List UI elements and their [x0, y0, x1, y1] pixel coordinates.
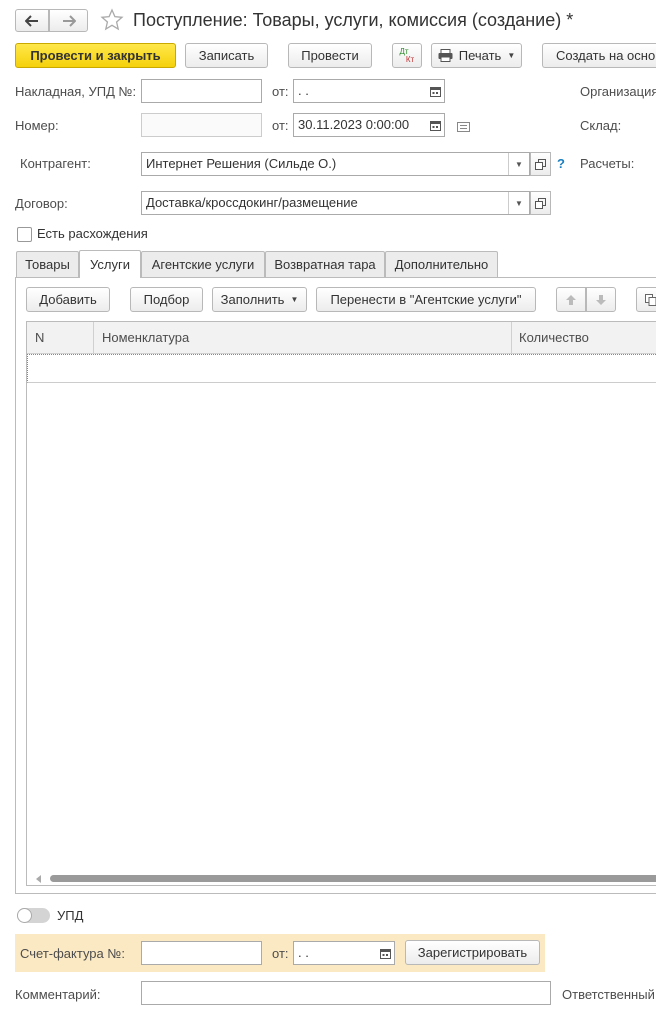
- print-label: Печать: [458, 48, 502, 63]
- number-input: [141, 113, 262, 137]
- create-based-on-button[interactable]: Создать на осно: [542, 43, 656, 68]
- contract-value: Доставка/кроссдокинг/размещение: [146, 195, 358, 210]
- arrow-down-icon: [596, 294, 606, 305]
- number-date-label: от:: [272, 118, 289, 133]
- invoice-date-value: . .: [298, 83, 309, 98]
- comment-input[interactable]: [141, 981, 551, 1005]
- back-button[interactable]: [15, 9, 49, 32]
- post-and-close-button[interactable]: Провести и закрыть: [15, 43, 176, 68]
- tab-services[interactable]: Услуги: [79, 250, 141, 278]
- column-header-n[interactable]: N: [35, 330, 44, 346]
- contract-open-button[interactable]: [530, 191, 551, 215]
- column-divider: [93, 322, 94, 353]
- print-button[interactable]: Печать ▼: [431, 43, 522, 68]
- column-header-nomenclature[interactable]: Номенклатура: [102, 330, 189, 346]
- calendar-icon[interactable]: [376, 942, 394, 964]
- invoice-label: Накладная, УПД №:: [15, 84, 137, 99]
- arrow-left-icon: [25, 14, 38, 27]
- copy-icon: [645, 293, 656, 306]
- toggle-knob: [17, 908, 32, 923]
- arrow-up-icon: [566, 294, 576, 305]
- responsible-label: Ответственный:: [562, 987, 656, 1002]
- kt-label: Кт: [405, 54, 415, 64]
- number-date-input[interactable]: 30.11.2023 0:00:00: [293, 113, 445, 137]
- counterparty-select[interactable]: Интернет Решения (Сильде О.) ▼: [141, 152, 530, 176]
- contract-select[interactable]: Доставка/кроссдокинг/размещение ▼: [141, 191, 530, 215]
- post-button[interactable]: Провести: [288, 43, 372, 68]
- chevron-down-icon[interactable]: ▼: [508, 192, 529, 214]
- contract-label: Договор:: [15, 196, 68, 211]
- calendar-icon[interactable]: [426, 114, 444, 136]
- services-table[interactable]: [26, 321, 656, 886]
- tab-agent-services[interactable]: Агентские услуги: [141, 251, 265, 277]
- chevron-down-icon: ▼: [290, 295, 299, 304]
- copy-button[interactable]: [636, 287, 656, 312]
- tab-goods[interactable]: Товары: [16, 251, 79, 277]
- move-down-button[interactable]: [586, 287, 616, 312]
- chevron-down-icon[interactable]: ▼: [508, 153, 529, 175]
- sf-label: Счет-фактура №:: [20, 946, 125, 961]
- counterparty-value: Интернет Решения (Сильде О.): [146, 156, 337, 171]
- number-label: Номер:: [15, 118, 59, 133]
- discrepancy-label: Есть расхождения: [37, 226, 148, 241]
- horizontal-scrollbar[interactable]: [50, 875, 656, 882]
- help-icon[interactable]: ?: [557, 156, 565, 172]
- sf-date-input[interactable]: . .: [293, 941, 395, 965]
- column-header-quantity[interactable]: Количество: [519, 330, 589, 346]
- move-up-button[interactable]: [556, 287, 586, 312]
- upd-label: УПД: [57, 908, 84, 923]
- save-button[interactable]: Записать: [185, 43, 268, 68]
- list-icon[interactable]: [457, 120, 470, 135]
- forward-button[interactable]: [49, 9, 88, 32]
- comment-label: Комментарий:: [15, 987, 101, 1002]
- fill-label: Заполнить: [220, 292, 285, 307]
- select-button[interactable]: Подбор: [130, 287, 203, 312]
- counterparty-label: Контрагент:: [20, 156, 91, 171]
- scroll-left-arrow-icon[interactable]: [36, 875, 41, 883]
- printer-icon: [438, 49, 453, 62]
- discrepancy-checkbox[interactable]: [17, 227, 32, 242]
- invoice-date-input[interactable]: . .: [293, 79, 445, 103]
- warehouse-label: Склад:: [580, 118, 622, 133]
- add-button[interactable]: Добавить: [26, 287, 110, 312]
- tab-returnable-packaging[interactable]: Возвратная тара: [265, 251, 385, 277]
- table-row[interactable]: [27, 354, 656, 383]
- invoice-date-label: от:: [272, 84, 289, 99]
- column-divider: [511, 322, 512, 353]
- invoice-number-input[interactable]: [141, 79, 262, 103]
- sf-date-label: от:: [272, 946, 289, 961]
- fill-button[interactable]: Заполнить ▼: [212, 287, 307, 312]
- favorite-star-icon[interactable]: [100, 8, 124, 32]
- arrow-right-icon: [62, 14, 76, 27]
- window-title: Поступление: Товары, услуги, комиссия (с…: [133, 10, 574, 30]
- sf-number-input[interactable]: [141, 941, 262, 965]
- number-date-value: 30.11.2023 0:00:00: [298, 117, 410, 132]
- dt-kt-button[interactable]: Дт Кт: [392, 43, 422, 68]
- chevron-down-icon: ▼: [507, 51, 516, 60]
- open-window-icon: [535, 158, 546, 170]
- move-to-agent-services-button[interactable]: Перенести в "Агентские услуги": [316, 287, 536, 312]
- register-button[interactable]: Зарегистрировать: [405, 940, 540, 965]
- sf-date-value: . .: [298, 945, 309, 960]
- create-based-label: Создать на осно: [556, 48, 656, 63]
- organization-label: Организация: [580, 84, 656, 99]
- tab-additional[interactable]: Дополнительно: [385, 251, 498, 277]
- counterparty-open-button[interactable]: [530, 152, 551, 176]
- settlements-label: Расчеты:: [580, 156, 635, 171]
- calendar-icon[interactable]: [426, 80, 444, 102]
- open-window-icon: [535, 197, 546, 209]
- upd-toggle[interactable]: [17, 908, 50, 923]
